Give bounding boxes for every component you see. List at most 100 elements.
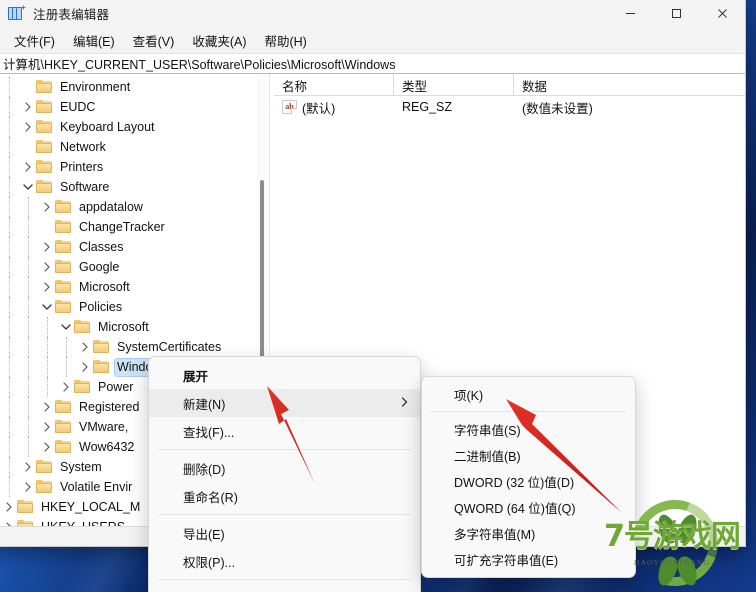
menu-file[interactable]: 文件(F): [5, 29, 64, 53]
tree-guide-line: [66, 337, 67, 357]
tree-item-policies[interactable]: Policies: [0, 297, 269, 317]
tree-guide-line: [9, 277, 10, 297]
tree-guide-line: [28, 377, 29, 397]
chevron-right-icon[interactable]: [39, 419, 55, 435]
submenu-qword-value-label: QWORD (64 位)值(Q): [454, 501, 576, 516]
chevron-right-icon[interactable]: [39, 199, 55, 215]
chevron-right-icon[interactable]: [1, 499, 17, 515]
value-name-cell[interactable]: ab (默认): [274, 98, 394, 117]
ctx-export[interactable]: 导出(E): [149, 519, 420, 547]
address-path: 计算机\HKEY_CURRENT_USER\Software\Policies\…: [3, 58, 396, 72]
value-data-cell[interactable]: (数值未设置): [514, 98, 745, 117]
folder-icon: [55, 440, 72, 454]
ctx-new[interactable]: 新建(N): [149, 389, 420, 417]
submenu-string-value[interactable]: 字符串值(S): [422, 416, 635, 442]
tree-item-environment[interactable]: Environment: [0, 77, 269, 97]
tree-item-eudc[interactable]: EUDC: [0, 97, 269, 117]
tree-item-label: Google: [79, 259, 120, 274]
folder-icon: [36, 100, 53, 114]
tree-guide-line: [9, 237, 10, 257]
list-row[interactable]: ab (默认) REG_SZ (数值未设置): [274, 96, 745, 118]
submenu-dword-value[interactable]: DWORD (32 位)值(D): [422, 468, 635, 494]
submenu-key[interactable]: 项(K): [422, 381, 635, 407]
tree-guide-line: [9, 117, 10, 137]
folder-icon: [74, 320, 91, 334]
chevron-right-icon[interactable]: [39, 439, 55, 455]
ctx-expand[interactable]: 展开: [149, 361, 420, 389]
value-data: (数值未设置): [522, 101, 593, 116]
tree-guide-line: [9, 77, 10, 97]
chevron-right-icon[interactable]: [77, 339, 93, 355]
tree-item-systemcertificates[interactable]: SystemCertificates: [0, 337, 269, 357]
chevron-right-icon[interactable]: [39, 239, 55, 255]
folder-icon: [55, 280, 72, 294]
tree-item-software[interactable]: Software: [0, 177, 269, 197]
ctx-copy-key-name[interactable]: 复制项名称(C): [149, 584, 420, 592]
tree-item-google[interactable]: Google: [0, 257, 269, 277]
folder-icon: [36, 140, 53, 154]
menu-edit[interactable]: 编辑(E): [64, 29, 124, 53]
submenu-binary-value-label: 二进制值(B): [454, 449, 521, 464]
tree-item-label: Software: [60, 179, 110, 194]
ctx-delete[interactable]: 删除(D): [149, 454, 420, 482]
submenu-expandable-string-value[interactable]: 可扩充字符串值(E): [422, 546, 635, 572]
desktop-background: 注册表编辑器 文件(F) 编辑(E) 查看(V) 收藏夹(A) 帮助(H) 计算…: [0, 0, 756, 592]
submenu-qword-value[interactable]: QWORD (64 位)值(Q): [422, 494, 635, 520]
chevron-right-icon[interactable]: [20, 99, 36, 115]
chevron-right-icon[interactable]: [39, 259, 55, 275]
tree-item-appdatalow[interactable]: appdatalow: [0, 197, 269, 217]
tree-item-microsoft[interactable]: Microsoft: [0, 277, 269, 297]
column-header-data[interactable]: 数据: [514, 74, 745, 95]
tree-guide-line: [47, 377, 48, 397]
minimize-button[interactable]: [607, 0, 653, 29]
submenu-multi-string-value[interactable]: 多字符串值(M): [422, 520, 635, 546]
tree-guide-line: [9, 477, 10, 497]
menu-view[interactable]: 查看(V): [124, 29, 184, 53]
value-type-cell[interactable]: REG_SZ: [394, 100, 514, 114]
close-button[interactable]: [699, 0, 745, 29]
maximize-button[interactable]: [653, 0, 699, 29]
menu-separator: [158, 514, 411, 515]
chevron-right-icon[interactable]: [39, 279, 55, 295]
tree-item-keyboard-layout[interactable]: Keyboard Layout: [0, 117, 269, 137]
tree-item-printers[interactable]: Printers: [0, 157, 269, 177]
tree-guide-line: [9, 417, 10, 437]
folder-icon: [55, 260, 72, 274]
chevron-right-icon[interactable]: [1, 519, 17, 526]
tree-scrollbar-thumb[interactable]: [260, 180, 264, 385]
submenu-binary-value[interactable]: 二进制值(B): [422, 442, 635, 468]
chevron-right-icon[interactable]: [58, 379, 74, 395]
ctx-find[interactable]: 查找(F)...: [149, 417, 420, 445]
tree-item-classes[interactable]: Classes: [0, 237, 269, 257]
column-header-name[interactable]: 名称: [274, 74, 394, 95]
ctx-rename[interactable]: 重命名(R): [149, 482, 420, 510]
tree-guide-line: [66, 357, 67, 377]
tree-item-label: ChangeTracker: [79, 219, 165, 234]
address-bar[interactable]: 计算机\HKEY_CURRENT_USER\Software\Policies\…: [0, 53, 745, 74]
tree-item-microsoft[interactable]: Microsoft: [0, 317, 269, 337]
chevron-right-icon[interactable]: [20, 459, 36, 475]
chevron-right-icon[interactable]: [20, 159, 36, 175]
tree-item-label: HKEY_LOCAL_M: [41, 499, 141, 514]
tree-item-label: Network: [60, 139, 106, 154]
chevron-down-icon[interactable]: [39, 299, 55, 315]
tree-item-changetracker[interactable]: ChangeTracker: [0, 217, 269, 237]
folder-icon: [55, 420, 72, 434]
menu-favorites[interactable]: 收藏夹(A): [183, 29, 255, 53]
chevron-right-icon[interactable]: [39, 399, 55, 415]
tree-guide-line: [28, 257, 29, 277]
chevron-right-icon[interactable]: [77, 359, 93, 375]
tree-item-label: Policies: [79, 299, 123, 314]
chevron-down-icon[interactable]: [20, 179, 36, 195]
ctx-permissions[interactable]: 权限(P)...: [149, 547, 420, 575]
chevron-right-icon[interactable]: [20, 479, 36, 495]
menu-help[interactable]: 帮助(H): [255, 29, 315, 53]
tree-item-label: Power: [98, 379, 134, 394]
tree-item-network[interactable]: Network: [0, 137, 269, 157]
tree-item-label: VMware,: [79, 419, 129, 434]
column-header-type[interactable]: 类型: [394, 74, 514, 95]
tree-guide-line: [9, 157, 10, 177]
chevron-down-icon[interactable]: [58, 319, 74, 335]
chevron-right-icon[interactable]: [20, 119, 36, 135]
folder-icon: [17, 520, 34, 526]
